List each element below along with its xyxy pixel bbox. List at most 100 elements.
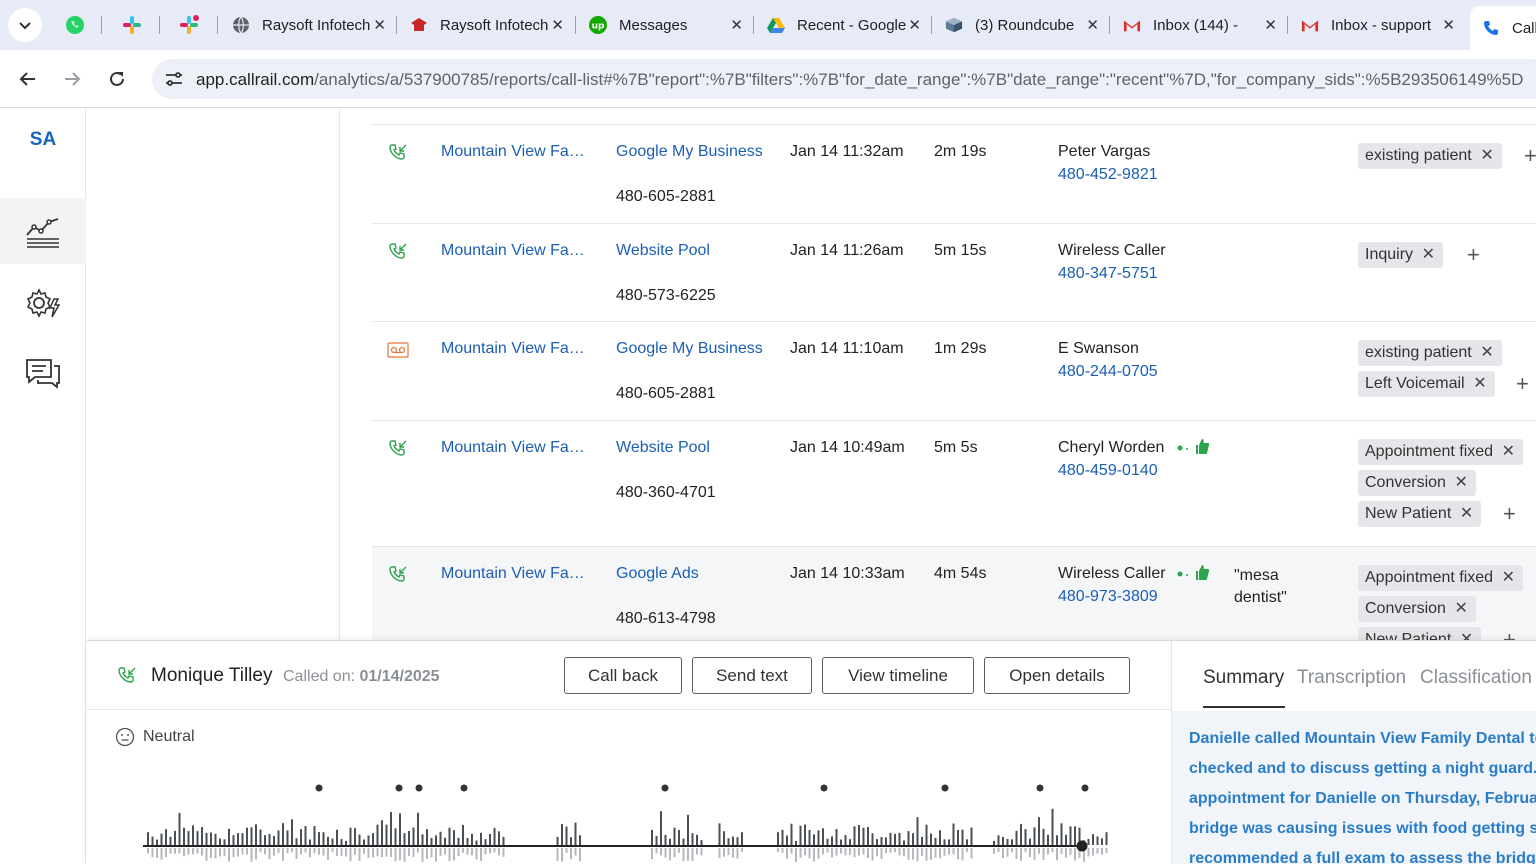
close-icon[interactable]: ✕ (1442, 16, 1455, 34)
tag-chip: Conversion ✕ (1358, 596, 1476, 622)
caller-phone-link[interactable]: 480-452-9821 (1058, 166, 1158, 184)
add-tag-button[interactable]: + (1503, 629, 1516, 641)
waveform-bar (444, 848, 446, 855)
close-icon[interactable]: ✕ (373, 16, 386, 34)
waveform-bar (723, 831, 725, 845)
company-link[interactable]: Mountain View Fa… (441, 565, 585, 583)
send-text-button[interactable]: Send text (692, 657, 812, 694)
add-tag-button[interactable]: + (1467, 244, 1480, 266)
add-tag-button[interactable]: + (1516, 373, 1529, 395)
tab-summary[interactable]: Summary (1203, 667, 1284, 689)
open-details-button[interactable]: Open details (984, 657, 1130, 694)
tab-gmail-2[interactable]: Inbox - support ✕ (1289, 6, 1465, 44)
reload-button[interactable] (100, 62, 134, 96)
forward-button[interactable] (55, 62, 89, 96)
close-icon[interactable]: ✕ (1264, 16, 1277, 34)
company-link[interactable]: Mountain View Fa… (441, 340, 585, 358)
source-link[interactable]: Google My Business (616, 340, 763, 358)
waveform-bar (151, 836, 154, 845)
remove-tag-icon[interactable]: ✕ (1455, 596, 1468, 622)
caller-name: Wireless Caller (1058, 242, 1166, 259)
caller-phone-link[interactable]: 480-459-0140 (1058, 462, 1158, 480)
source-link[interactable]: Website Pool (616, 439, 710, 457)
waveform-bar (282, 823, 284, 845)
waveform-bar (169, 848, 172, 854)
remove-tag-icon[interactable]: ✕ (1502, 565, 1515, 591)
close-icon[interactable]: ✕ (908, 16, 921, 34)
company-link[interactable]: Mountain View Fa… (441, 242, 585, 260)
remove-tag-icon[interactable]: ✕ (1473, 371, 1486, 397)
source-link[interactable]: Google Ads (616, 565, 699, 583)
remove-tag-icon[interactable]: ✕ (1480, 340, 1493, 366)
tab-gmail-1[interactable]: Inbox (144) - ✕ (1111, 6, 1287, 44)
waveform-bar (1015, 830, 1018, 845)
close-icon[interactable]: ✕ (1086, 16, 1099, 34)
table-row[interactable]: Mountain View Fa… Google My Business 480… (372, 321, 1536, 420)
waveform-bar (381, 820, 383, 845)
view-timeline-button[interactable]: View timeline (822, 657, 974, 694)
company-link[interactable]: Mountain View Fa… (441, 439, 585, 457)
waveform-bar (1101, 848, 1103, 855)
tab-raysoft-1[interactable]: Raysoft Infotech ✕ (220, 6, 396, 44)
close-icon[interactable]: ✕ (551, 16, 564, 34)
nav-conversations[interactable] (0, 340, 86, 406)
add-tag-button[interactable]: + (1524, 145, 1536, 167)
table-row-selected[interactable]: Mountain View Fa… Google Ads 480-613-479… (372, 546, 1536, 640)
sentiment-label: Neutral (143, 728, 195, 745)
caller-phone-link[interactable]: 480-973-3809 (1058, 588, 1158, 606)
remove-tag-icon[interactable]: ✕ (1502, 439, 1515, 465)
waveform-bar (948, 848, 950, 855)
waveform-bar (1029, 838, 1031, 845)
company-link[interactable]: Mountain View Fa… (441, 143, 585, 161)
waveform-bar (727, 838, 730, 845)
call-back-button[interactable]: Call back (564, 657, 682, 694)
source-link[interactable]: Website Pool (616, 242, 710, 260)
table-row[interactable]: Mountain View Fa… Website Pool 480-360-4… (372, 420, 1536, 546)
tab-whatsapp[interactable] (55, 9, 95, 41)
source-link[interactable]: Google My Business (616, 143, 763, 161)
remove-tag-icon[interactable]: ✕ (1460, 501, 1473, 527)
caller-phone-link[interactable]: 480-347-5751 (1058, 265, 1158, 283)
waveform-bar (1020, 823, 1022, 845)
waveform-bar (831, 836, 833, 845)
add-tag-button[interactable]: + (1503, 503, 1516, 525)
call-audio-waveform[interactable] (143, 781, 1113, 864)
nav-settings[interactable] (0, 271, 86, 337)
table-row[interactable]: Mountain View Fa… Google My Business 480… (372, 124, 1536, 223)
tab-slack-1[interactable] (112, 9, 152, 41)
close-icon[interactable]: ✕ (730, 16, 743, 34)
tab-transcription[interactable]: Transcription (1297, 667, 1406, 689)
back-button[interactable] (11, 62, 45, 96)
tab-search-button[interactable] (8, 8, 42, 42)
account-avatar[interactable]: SA (0, 129, 86, 151)
address-bar[interactable]: app.callrail.com/analytics/a/537900785/r… (152, 59, 1536, 99)
site-settings-icon[interactable] (162, 67, 186, 91)
waveform-bar (228, 848, 230, 862)
remove-tag-icon[interactable]: ✕ (1455, 470, 1468, 496)
waveform-bar (817, 830, 820, 845)
remove-tag-icon[interactable]: ✕ (1480, 143, 1493, 169)
waveform-bar (295, 838, 298, 845)
waveform-bar (214, 833, 217, 845)
waveform-bar (300, 829, 302, 845)
browser-toolbar: app.callrail.com/analytics/a/537900785/r… (0, 50, 1536, 108)
remove-tag-icon[interactable]: ✕ (1422, 242, 1435, 268)
table-row[interactable]: Mountain View Fa… Website Pool 480-573-6… (372, 223, 1536, 321)
remove-tag-icon[interactable]: ✕ (1460, 627, 1473, 640)
tab-classification[interactable]: Classification (1420, 667, 1532, 689)
nav-analytics[interactable] (0, 198, 86, 264)
waveform-bar (822, 848, 824, 855)
caller-phone-link[interactable]: 480-244-0705 (1058, 363, 1158, 381)
tab-google-drive[interactable]: Recent - Google Drive ✕ (755, 6, 931, 44)
tab-messages[interactable]: up Messages ✕ (577, 6, 753, 44)
waveform-bar (268, 833, 271, 845)
waveform-bar (358, 848, 361, 861)
waveform-bar (808, 829, 811, 845)
raysoft-icon (410, 16, 428, 34)
call-datetime: Jan 14 11:10am (790, 340, 904, 357)
tab-slack-2[interactable] (169, 9, 209, 41)
tab-roundcube[interactable]: (3) Roundcube ✕ (933, 6, 1109, 44)
tab-callrail-active[interactable]: Call (1470, 6, 1536, 50)
waveform-bar (570, 848, 572, 860)
tab-raysoft-2[interactable]: Raysoft Infotech ✕ (398, 6, 574, 44)
